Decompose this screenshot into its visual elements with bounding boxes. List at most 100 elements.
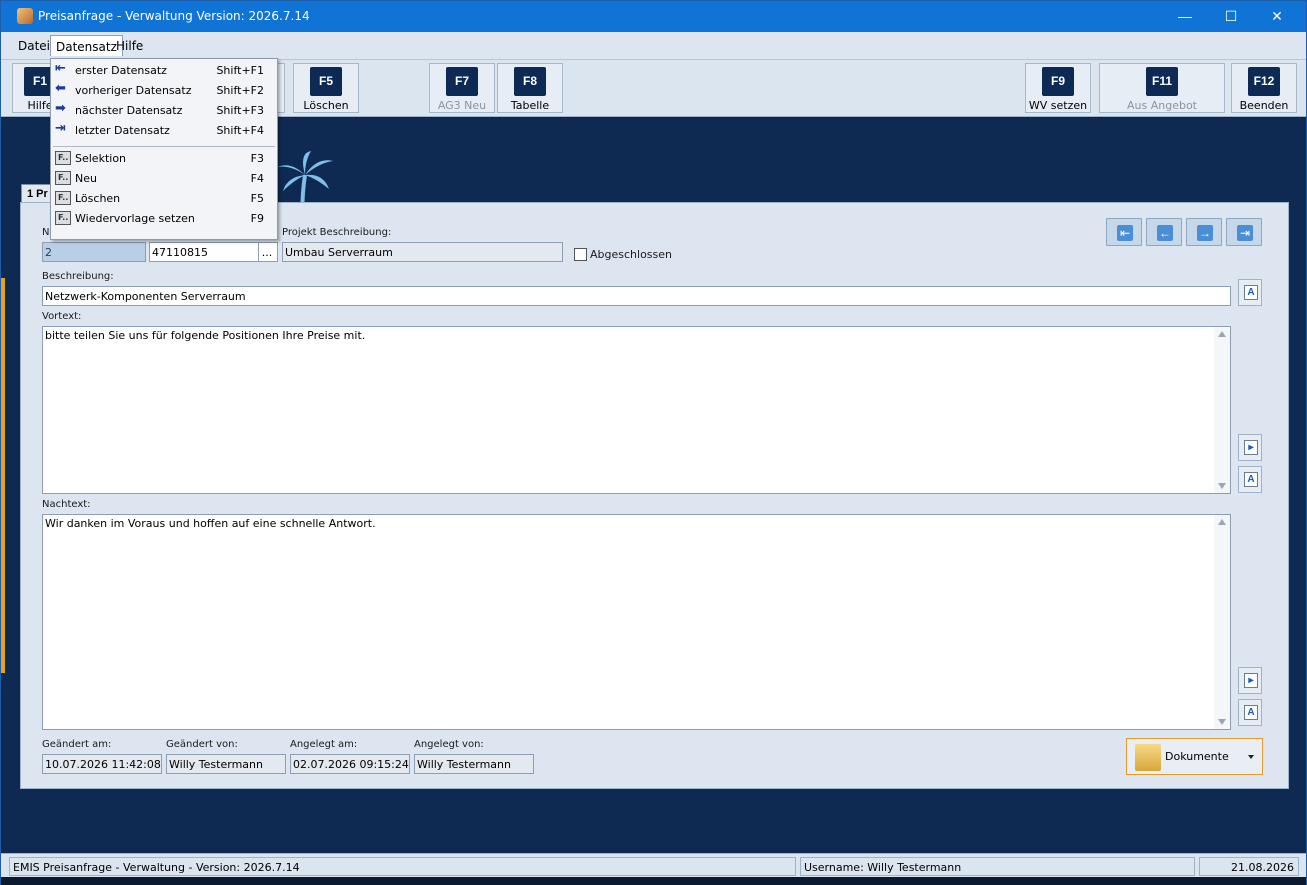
- pretext-insert-button[interactable]: ▸: [1238, 434, 1262, 461]
- menu-item-label: erster Datensatz: [75, 64, 167, 77]
- first-record-icon: ⇤: [1117, 225, 1133, 241]
- record-menu-dropdown: ⇤ erster Datensatz Shift+F1 ⬅ vorheriger…: [50, 58, 278, 240]
- next-record-button[interactable]: →: [1186, 218, 1222, 246]
- closed-label: Abgeschlossen: [590, 248, 672, 261]
- pretext-label: Vortext:: [42, 311, 82, 322]
- menu-separator: [53, 146, 275, 147]
- last-record-button[interactable]: ⇥: [1226, 218, 1262, 246]
- menu-item-last-record[interactable]: ⇥ letzter Datensatz Shift+F4: [51, 120, 277, 140]
- posttext-content: Wir danken im Voraus und hoffen auf eine…: [45, 517, 376, 530]
- menu-item-first-record[interactable]: ⇤ erster Datensatz Shift+F1: [51, 60, 277, 80]
- last-record-arrow-icon: ⇥: [55, 121, 66, 136]
- scroll-up-icon[interactable]: [1218, 331, 1226, 337]
- menu-item-label: Löschen: [75, 192, 121, 205]
- changed-on-label: Geändert am:: [42, 739, 112, 750]
- menu-item-shortcut: F4: [250, 172, 264, 185]
- menu-record[interactable]: Datensatz: [50, 35, 123, 56]
- maximize-button[interactable]: ☐: [1208, 1, 1254, 32]
- menu-item-selection[interactable]: F.. Selektion F3: [51, 148, 277, 168]
- next-record-icon: →: [1197, 225, 1213, 241]
- exit-button-label: Beenden: [1239, 99, 1289, 112]
- description-field[interactable]: Netzwerk-Komponenten Serverraum: [42, 286, 1231, 306]
- insert-text-icon: ▸: [1244, 673, 1258, 688]
- previous-record-button[interactable]: ←: [1146, 218, 1182, 246]
- scroll-up-icon[interactable]: [1218, 519, 1226, 525]
- pretext-content: bitte teilen Sie uns für folgende Positi…: [45, 329, 366, 342]
- menu-item-new[interactable]: F.. Neu F4: [51, 168, 277, 188]
- scroll-down-icon[interactable]: [1218, 719, 1226, 725]
- menu-item-delete[interactable]: F.. Löschen F5: [51, 188, 277, 208]
- close-button[interactable]: ✕: [1254, 1, 1300, 32]
- nr-field[interactable]: 2: [42, 242, 146, 262]
- last-record-icon: ⇥: [1237, 225, 1253, 241]
- status-username: Username: Willy Testermann: [800, 857, 1195, 876]
- insert-text-icon: ▸: [1244, 440, 1258, 455]
- next-arrow-icon: ➡: [55, 101, 66, 116]
- bottom-edge: [1, 877, 1306, 885]
- function-key-icon: F..: [55, 151, 71, 165]
- posttext-label: Nachtext:: [42, 499, 91, 510]
- chevron-down-icon[interactable]: [1248, 755, 1254, 759]
- set-followup-button[interactable]: F9 WV setzen: [1025, 63, 1091, 113]
- pretext-spellcheck-button[interactable]: A: [1238, 466, 1262, 493]
- status-app-info: EMIS Preisanfrage - Verwaltung - Version…: [9, 857, 796, 876]
- created-by-field[interactable]: Willy Testermann: [414, 754, 534, 774]
- closed-checkbox[interactable]: [574, 248, 587, 261]
- menu-item-set-followup[interactable]: F.. Wiedervorlage setzen F9: [51, 208, 277, 228]
- f9-key-icon: F9: [1042, 67, 1074, 96]
- hidden-toolbar-button[interactable]: [277, 63, 285, 113]
- posttext-scrollbar[interactable]: [1214, 515, 1230, 729]
- menu-item-next-record[interactable]: ➡ nächster Datensatz Shift+F3: [51, 100, 277, 120]
- spellcheck-icon: A: [1244, 285, 1258, 300]
- first-record-button[interactable]: ⇤: [1106, 218, 1142, 246]
- project-description-label: Projekt Beschreibung:: [282, 227, 392, 238]
- pretext-scrollbar[interactable]: [1214, 327, 1230, 493]
- documents-button-label: Dokumente: [1165, 750, 1229, 763]
- f5-key-icon: F5: [310, 67, 342, 96]
- from-offer-button[interactable]: F11 Aus Angebot: [1099, 63, 1225, 113]
- menu-item-label: Neu: [75, 172, 97, 185]
- changed-on-field[interactable]: 10.07.2026 11:42:08: [42, 754, 162, 774]
- created-on-label: Angelegt am:: [290, 739, 358, 750]
- menu-file[interactable]: Datei: [18, 39, 50, 53]
- ag3-new-button-label: AG3 Neu: [437, 99, 487, 112]
- status-bar: EMIS Preisanfrage - Verwaltung - Version…: [1, 853, 1306, 877]
- menu-item-label: nächster Datensatz: [75, 104, 183, 117]
- nr-label: N: [42, 227, 50, 238]
- menu-item-label: vorheriger Datensatz: [75, 84, 192, 97]
- spellcheck-icon: A: [1244, 705, 1258, 720]
- pretext-area[interactable]: bitte teilen Sie uns für folgende Positi…: [42, 326, 1231, 494]
- project-browse-button[interactable]: ...: [258, 242, 278, 262]
- changed-by-label: Geändert von:: [166, 739, 238, 750]
- minimize-button[interactable]: —: [1162, 1, 1208, 32]
- folder-icon: [1135, 744, 1161, 771]
- ag3-new-button[interactable]: F7 AG3 Neu: [429, 63, 495, 113]
- changed-by-field[interactable]: Willy Testermann: [166, 754, 286, 774]
- scroll-down-icon[interactable]: [1218, 483, 1226, 489]
- table-button-label: Tabelle: [510, 99, 550, 112]
- f12-key-icon: F12: [1248, 67, 1280, 96]
- menu-item-shortcut: F9: [250, 212, 264, 225]
- menu-item-label: letzter Datensatz: [75, 124, 170, 137]
- project-number-field[interactable]: 47110815: [149, 242, 259, 262]
- menu-item-previous-record[interactable]: ⬅ vorheriger Datensatz Shift+F2: [51, 80, 277, 100]
- created-on-field[interactable]: 02.07.2026 09:15:24: [290, 754, 410, 774]
- function-key-icon: F..: [55, 211, 71, 225]
- menu-item-shortcut: Shift+F2: [216, 84, 264, 97]
- posttext-spellcheck-button[interactable]: A: [1238, 699, 1262, 726]
- documents-button[interactable]: Dokumente: [1126, 738, 1263, 775]
- posttext-area[interactable]: Wir danken im Voraus und hoffen auf eine…: [42, 514, 1231, 730]
- menu-item-shortcut: F5: [250, 192, 264, 205]
- menu-help[interactable]: Hilfe: [116, 39, 143, 53]
- posttext-insert-button[interactable]: ▸: [1238, 667, 1262, 694]
- f8-key-icon: F8: [514, 67, 546, 96]
- description-spellcheck-button[interactable]: A: [1238, 279, 1262, 306]
- from-offer-button-label: Aus Angebot: [1127, 99, 1197, 112]
- delete-button[interactable]: F5 Löschen: [293, 63, 359, 113]
- menu-item-label: Selektion: [75, 152, 127, 165]
- project-description-field[interactable]: Umbau Serverraum: [282, 242, 563, 262]
- function-key-icon: F..: [55, 171, 71, 185]
- table-button[interactable]: F8 Tabelle: [497, 63, 563, 113]
- menu-item-shortcut: Shift+F1: [216, 64, 264, 77]
- exit-button[interactable]: F12 Beenden: [1231, 63, 1297, 113]
